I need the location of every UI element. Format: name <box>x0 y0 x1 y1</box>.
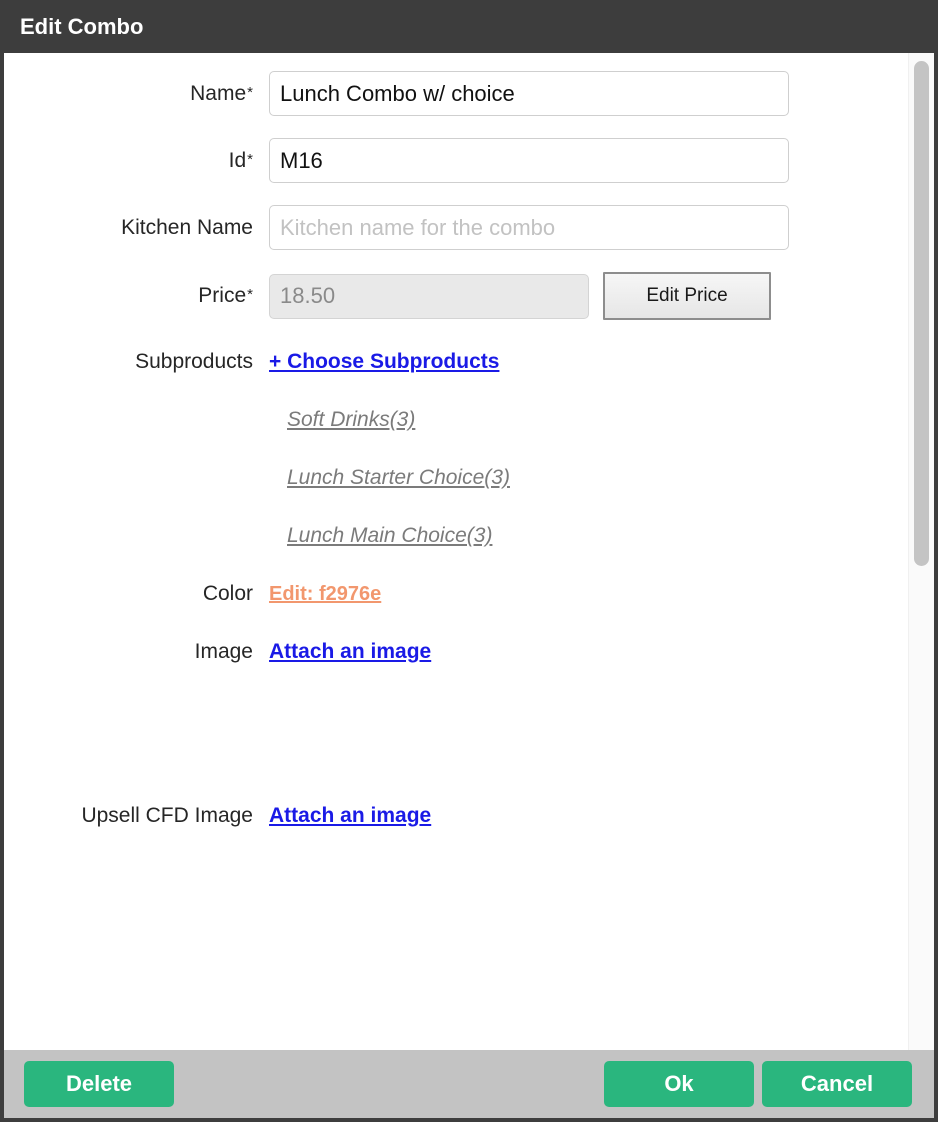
subproduct-item: Lunch Main Choice(3) <box>269 524 492 548</box>
id-required-marker: * <box>247 150 253 168</box>
subproduct-link-lunch-main-choice[interactable]: Lunch Main Choice(3) <box>287 524 492 547</box>
kitchen-name-input[interactable] <box>269 205 789 250</box>
field-row-id: Id* <box>4 138 804 183</box>
subproduct-link-lunch-starter-choice[interactable]: Lunch Starter Choice(3) <box>287 466 510 489</box>
name-required-marker: * <box>247 83 253 101</box>
id-label: Id* <box>4 149 269 173</box>
attach-image-link[interactable]: Attach an image <box>269 640 431 664</box>
image-label-text: Image <box>194 640 253 663</box>
image-control: Attach an image <box>269 640 431 664</box>
image-label: Image <box>4 640 269 664</box>
price-label-text: Price <box>198 284 247 307</box>
price-control: Edit Price <box>269 272 771 320</box>
upsell-cfd-image-label: Upsell CFD Image <box>4 804 269 828</box>
upsell-cfd-image-control: Attach an image <box>269 804 431 828</box>
name-input[interactable] <box>269 71 789 116</box>
subproducts-control: + Choose Subproducts <box>269 350 499 374</box>
subproduct-link-soft-drinks[interactable]: Soft Drinks(3) <box>287 408 415 431</box>
subproduct-row: Lunch Main Choice(3) <box>4 524 904 548</box>
color-label-text: Color <box>202 582 253 605</box>
price-label: Price* <box>4 284 269 308</box>
price-required-marker: * <box>247 286 253 303</box>
edit-combo-dialog: Edit Combo Name* Id* Kitche <box>0 0 938 1122</box>
kitchen-name-control <box>269 205 789 250</box>
subproduct-item: Soft Drinks(3) <box>269 408 415 432</box>
price-input <box>269 273 589 319</box>
field-row-kitchen-name: Kitchen Name <box>4 205 804 250</box>
id-label-text: Id <box>228 148 247 172</box>
attach-upsell-cfd-image-link[interactable]: Attach an image <box>269 804 431 828</box>
delete-button[interactable]: Delete <box>24 1061 174 1107</box>
dialog-title: Edit Combo <box>20 13 144 39</box>
field-row-subproducts: Subproducts + Choose Subproducts <box>4 350 804 374</box>
vertical-scrollbar[interactable] <box>908 53 934 1050</box>
subproduct-item: Lunch Starter Choice(3) <box>269 466 510 490</box>
upsell-cfd-image-label-text: Upsell CFD Image <box>81 804 253 827</box>
name-label-text: Name <box>190 81 247 105</box>
field-row-color: Color Edit: f2976e <box>4 582 804 606</box>
dialog-titlebar: Edit Combo <box>0 0 938 53</box>
id-input[interactable] <box>269 138 789 183</box>
dialog-footer: Delete Ok Cancel <box>4 1050 934 1118</box>
choose-subproducts-link[interactable]: + Choose Subproducts <box>269 350 499 374</box>
color-label: Color <box>4 582 269 606</box>
combo-form: Name* Id* Kitchen Name <box>4 53 904 1050</box>
scrollbar-thumb[interactable] <box>914 61 929 566</box>
field-row-image: Image Attach an image <box>4 640 804 664</box>
field-row-price: Price* Edit Price <box>4 272 804 320</box>
kitchen-name-label: Kitchen Name <box>4 216 269 240</box>
kitchen-name-label-text: Kitchen Name <box>121 215 253 239</box>
subproduct-row: Lunch Starter Choice(3) <box>4 466 904 490</box>
subproducts-label-text: Subproducts <box>135 350 253 373</box>
field-row-upsell-cfd-image: Upsell CFD Image Attach an image <box>4 804 804 828</box>
name-control <box>269 71 789 116</box>
color-control: Edit: f2976e <box>269 583 381 606</box>
edit-price-button[interactable]: Edit Price <box>603 272 771 320</box>
edit-color-link[interactable]: Edit: f2976e <box>269 583 381 606</box>
name-label: Name* <box>4 82 269 106</box>
field-row-name: Name* <box>4 71 804 116</box>
ok-button[interactable]: Ok <box>604 1061 754 1107</box>
cancel-button[interactable]: Cancel <box>762 1061 912 1107</box>
id-control <box>269 138 789 183</box>
subproducts-label: Subproducts <box>4 350 269 374</box>
dialog-body: Name* Id* Kitchen Name <box>4 53 934 1050</box>
subproduct-row: Soft Drinks(3) <box>4 408 904 432</box>
